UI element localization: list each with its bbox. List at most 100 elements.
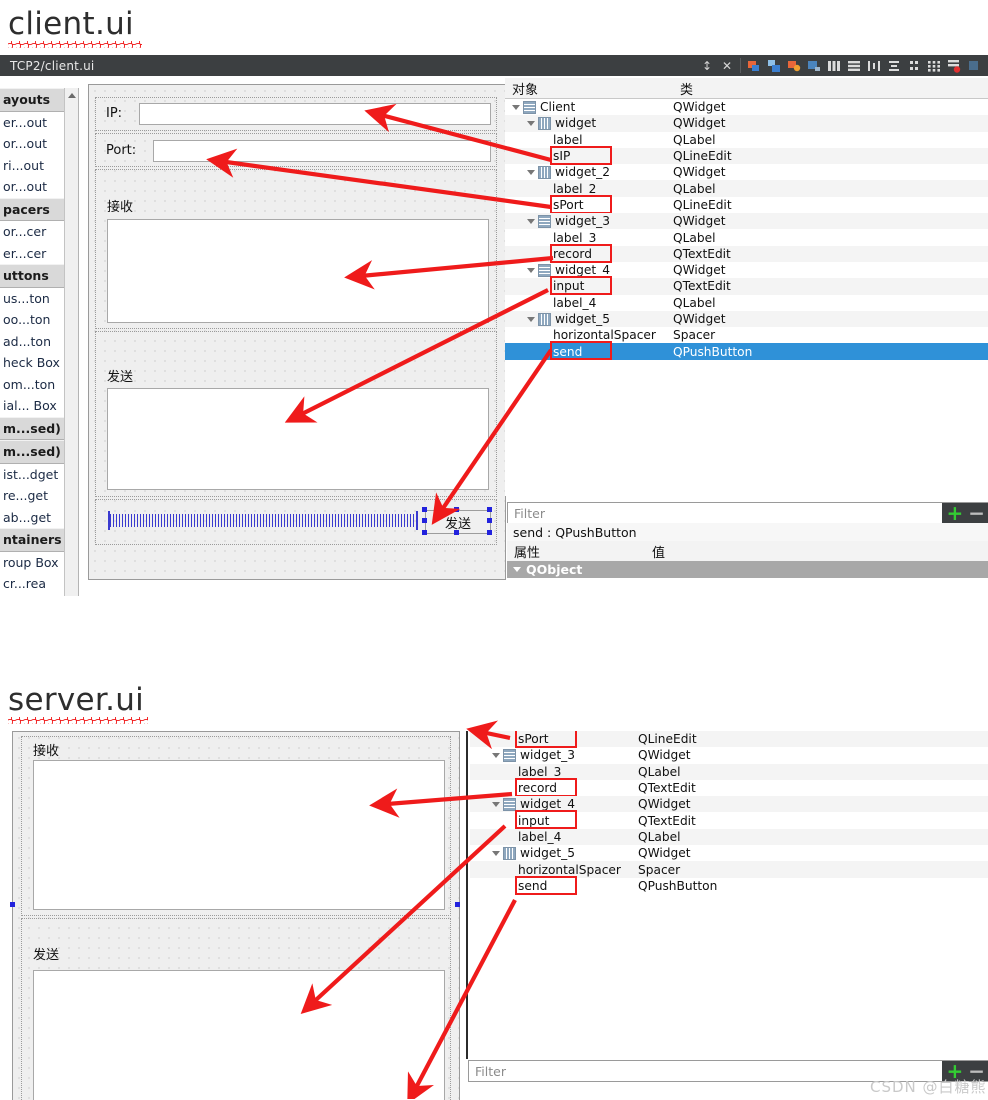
filter-buttons[interactable]: + − bbox=[942, 503, 988, 523]
lay-out-vertically-in-splitter-icon[interactable] bbox=[884, 56, 904, 76]
tree-row-class: QWidget bbox=[673, 263, 726, 278]
widget-box-panel[interactable]: ayouts er...out or...out ri...out or...out pa… bbox=[0, 88, 79, 596]
widget-box-scrollbar[interactable] bbox=[64, 88, 78, 596]
annotation-highlight-box bbox=[550, 194, 612, 214]
tree-row-class: QLineEdit bbox=[638, 732, 697, 747]
chevron-down-icon[interactable] bbox=[527, 169, 535, 175]
sIP-lineedit[interactable] bbox=[139, 103, 491, 125]
chevron-down-icon[interactable] bbox=[513, 567, 521, 572]
server-filter-input[interactable]: Filter bbox=[469, 1064, 506, 1079]
tree-row-class: QLineEdit bbox=[673, 197, 732, 212]
tree-row[interactable]: widget QWidget bbox=[505, 115, 988, 132]
horizontal-spacer[interactable] bbox=[110, 514, 416, 527]
property-group-qobject[interactable]: QObject bbox=[507, 561, 988, 578]
tree-row[interactable]: widget_5 QWidget bbox=[470, 845, 988, 861]
tree-row-name: widget_5 bbox=[520, 846, 575, 861]
record-textedit[interactable] bbox=[107, 219, 489, 323]
resize-handle-bc[interactable] bbox=[454, 530, 459, 535]
spacer-right-cap bbox=[416, 511, 418, 530]
chevron-down-icon[interactable] bbox=[527, 267, 535, 273]
chevron-down-icon[interactable] bbox=[492, 850, 500, 856]
lay-out-in-a-splitter-icon[interactable] bbox=[804, 56, 824, 76]
tree-row-name: label_4 bbox=[518, 829, 562, 844]
tree-row-name: widget_4 bbox=[555, 263, 610, 278]
tree-row[interactable]: send QPushButton bbox=[505, 341, 988, 361]
column-property: 属性 bbox=[514, 545, 541, 561]
scroll-up-arrow-icon[interactable] bbox=[67, 93, 76, 98]
resize-handle-br[interactable] bbox=[487, 530, 492, 535]
lay-out-in-a-form-layout-icon[interactable] bbox=[924, 56, 944, 76]
lay-out-in-a-grid-icon[interactable] bbox=[904, 56, 924, 76]
client-form-canvas[interactable]: IP: Port: 接收 发送 发送 bbox=[88, 84, 506, 580]
close-icon[interactable]: ✕ bbox=[717, 56, 737, 76]
server-form-canvas[interactable]: 接收 发送 bbox=[12, 731, 460, 1100]
adjust-size-2-icon[interactable] bbox=[964, 56, 984, 76]
adjust-size-icon[interactable] bbox=[764, 56, 784, 76]
tree-row-name: label_4 bbox=[553, 295, 597, 310]
server-input-textedit[interactable] bbox=[33, 970, 445, 1100]
lay-out-horizontally-icon[interactable] bbox=[824, 56, 844, 76]
server-object-inspector[interactable]: sPort QLineEdit widget_3 QWidget label_3 QLab… bbox=[470, 731, 988, 1059]
resize-handle-tl[interactable] bbox=[422, 507, 427, 512]
add-property-button[interactable]: + bbox=[946, 503, 963, 523]
lay-out-in-a-form-icon[interactable] bbox=[784, 56, 804, 76]
qt-toolbar[interactable]: ↕ ✕ bbox=[697, 56, 988, 76]
tree-row-class: Spacer bbox=[638, 862, 681, 877]
break-layout-icon[interactable] bbox=[744, 56, 764, 76]
server-receive-label: 接收 bbox=[33, 744, 60, 759]
tree-row-class: QTextEdit bbox=[673, 279, 731, 294]
tree-row-class: QLabel bbox=[673, 181, 716, 196]
chevron-down-icon[interactable] bbox=[527, 316, 535, 322]
tree-row[interactable]: label_4 QLabel bbox=[470, 828, 988, 846]
tree-row-class: QLabel bbox=[638, 829, 681, 844]
server-record-textedit[interactable] bbox=[33, 760, 445, 910]
tree-row[interactable]: Client QWidget bbox=[505, 99, 988, 115]
remove-property-button[interactable]: − bbox=[968, 503, 985, 523]
break-layout-red-icon[interactable] bbox=[944, 56, 964, 76]
resize-handle-tc[interactable] bbox=[454, 507, 459, 512]
tree-row-class: QWidget bbox=[673, 100, 726, 115]
tree-row[interactable]: widget_5 QWidget bbox=[505, 310, 988, 328]
tree-row[interactable]: label_4 QLabel bbox=[505, 295, 988, 311]
chevron-down-icon[interactable] bbox=[512, 104, 520, 110]
tree-row-class: QTextEdit bbox=[673, 246, 731, 261]
tree-row[interactable]: widget_3 QWidget bbox=[505, 213, 988, 230]
client-tree-rows[interactable]: Client QWidget widget QWidget label QLabel sIP… bbox=[505, 99, 988, 361]
client-object-inspector[interactable]: 对象 类 Client QWidget widget QWidget label QLab… bbox=[505, 78, 988, 496]
tree-row[interactable]: input QTextEdit bbox=[470, 810, 988, 830]
chevron-down-icon[interactable] bbox=[492, 801, 500, 807]
port-label: Port: bbox=[106, 143, 137, 158]
resize-handle-ml[interactable] bbox=[422, 518, 427, 523]
tree-row-class: QWidget bbox=[673, 312, 726, 326]
tree-row[interactable]: send QPushButton bbox=[470, 875, 988, 895]
filter-input[interactable]: Filter bbox=[508, 506, 545, 521]
tree-row-class: QWidget bbox=[673, 165, 726, 180]
resize-handle-bl[interactable] bbox=[422, 530, 427, 535]
server-resize-handle-right[interactable] bbox=[455, 902, 460, 907]
updown-arrows-icon[interactable]: ↕ bbox=[697, 56, 717, 76]
tree-row[interactable]: widget_3 QWidget bbox=[470, 747, 988, 763]
tree-row[interactable]: sPort QLineEdit bbox=[470, 731, 988, 748]
resize-handle-tr[interactable] bbox=[487, 507, 492, 512]
server-resize-handle-left[interactable] bbox=[10, 902, 15, 907]
chevron-down-icon[interactable] bbox=[527, 218, 535, 224]
chevron-down-icon[interactable] bbox=[492, 752, 500, 758]
chevron-down-icon[interactable] bbox=[527, 120, 535, 126]
tree-row[interactable]: input QTextEdit bbox=[505, 276, 988, 296]
sPort-lineedit[interactable] bbox=[153, 140, 491, 162]
input-textedit[interactable] bbox=[107, 388, 489, 490]
resize-handle-mr[interactable] bbox=[487, 518, 492, 523]
lay-out-horizontally-in-splitter-icon[interactable] bbox=[864, 56, 884, 76]
server-panel-divider bbox=[466, 731, 468, 1059]
tree-row[interactable]: record QTextEdit bbox=[470, 777, 988, 797]
horizontal-layout-icon bbox=[503, 846, 516, 860]
server-tree-rows[interactable]: sPort QLineEdit widget_3 QWidget label_3 QLab… bbox=[470, 731, 988, 895]
tree-row[interactable]: widget_2 QWidget bbox=[505, 164, 988, 180]
tree-row[interactable]: sIP QLineEdit bbox=[505, 145, 988, 165]
tree-row[interactable]: record QTextEdit bbox=[505, 243, 988, 263]
lay-out-vertically-icon[interactable] bbox=[844, 56, 864, 76]
tree-row[interactable]: sPort QLineEdit bbox=[505, 194, 988, 214]
tree-row-name: widget_5 bbox=[555, 312, 610, 326]
tree-row-class: QPushButton bbox=[638, 878, 718, 893]
client-filter-bar[interactable]: Filter + − bbox=[507, 502, 988, 524]
